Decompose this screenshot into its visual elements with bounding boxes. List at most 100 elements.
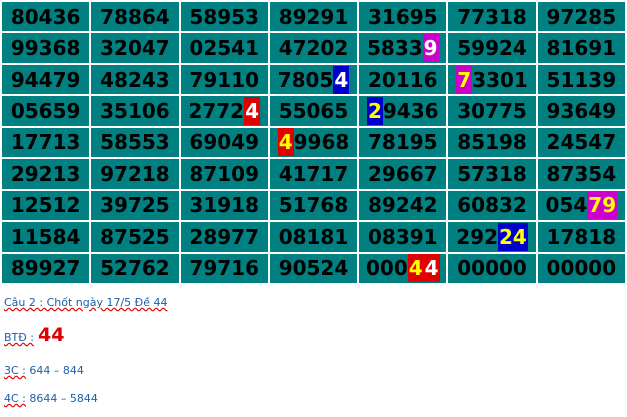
result-cell: 4 9968 [269,127,358,158]
result-cell: 89291 [269,2,358,32]
cell-digits: 48243 [100,67,170,92]
cell-digits: 17818 [546,224,617,249]
result-cell: 85198 [448,127,536,158]
result-cell: 054 79 [537,190,625,221]
result-cell: 2772 4 [180,96,268,126]
result-cell: 24547 [537,127,625,158]
result-cell: 80436 [2,2,90,32]
cell-digits: 29213 [10,161,81,186]
cell-digits: 3301 [472,67,528,92]
cell-digits: 94479 [10,67,81,92]
cell-digits: 80436 [10,4,81,29]
highlighted-digits: 4 [407,254,424,283]
cell-digits: 77318 [457,4,527,29]
cell-digits: 12512 [10,193,81,218]
result-cell: 28977 [180,222,268,252]
cell-digits: 39725 [100,193,170,218]
btd-label: BTĐ : [4,331,34,344]
cell-digits: 08181 [278,224,349,249]
result-cell: 78864 [91,2,179,32]
cell-digits: 99368 [10,36,81,61]
result-cell: 79716 [180,253,268,283]
c4-value: 8644 – 5844 [29,392,98,405]
result-cell: 52762 [91,253,179,283]
result-cell: 81691 [537,33,625,63]
cell-digits: 79716 [189,256,259,281]
cell-digits: 000 [365,256,408,281]
result-cell: 87525 [91,222,179,252]
result-cell: 48243 [91,64,179,95]
cell-digits: 87109 [189,161,259,186]
result-cell: 78195 [359,127,447,158]
cell-digits: 17713 [10,130,81,155]
result-cell: 7805 4 [269,64,358,95]
cell-digits: 31695 [367,4,438,29]
cell-digits: 93649 [546,99,617,124]
cell-digits: 97285 [546,4,617,29]
cell-digits: 47202 [278,36,349,61]
result-cell: 93649 [537,96,625,126]
cell-digits: 60832 [457,193,527,218]
cell-digits: 05659 [10,99,81,124]
result-cell: 32047 [91,33,179,63]
btd-line: BTĐ : 44 [4,324,64,346]
result-cell: 2 9436 [359,96,447,126]
cell-digits: 32047 [100,36,170,61]
result-cell: 292 24 [448,222,536,252]
cell-digits: 054 [545,193,588,218]
cell-digits: 20116 [367,67,438,92]
cell-digits: 78195 [367,130,438,155]
cell-digits: 78864 [100,4,170,29]
c3-line: 3C : 644 – 844 [4,364,84,377]
result-cell: 97285 [537,2,625,32]
cau2-line: Câu 2 : Chốt ngày 17/5 Đề 44 [4,296,167,309]
result-cell: 41717 [269,159,358,189]
c4-label: 4C : [4,392,26,405]
cell-digits: 57318 [457,161,527,186]
result-cell: 59924 [448,33,536,63]
btd-value: 44 [38,324,65,346]
cell-digits: 58953 [189,4,259,29]
cell-digits: 2772 [188,99,245,124]
result-cell: 20116 [359,64,447,95]
cell-digits: 7805 [277,67,334,92]
cell-digits: 9436 [382,99,439,124]
result-cell: 29667 [359,159,447,189]
cell-digits: 97218 [100,161,170,186]
cell-digits: 41717 [278,161,349,186]
result-cell: 57318 [448,159,536,189]
cell-digits: 51139 [546,67,617,92]
cell-digits: 85198 [457,130,527,155]
result-cell: 89927 [2,253,90,283]
highlighted-digits: 7 [456,65,473,94]
result-cell: 90524 [269,253,358,283]
result-cell: 87109 [180,159,268,189]
result-cell: 17713 [2,127,90,158]
result-cell: 00000 [448,253,536,283]
result-cell: 55065 [269,96,358,126]
cell-digits: 87525 [100,224,170,249]
cell-digits: 35106 [100,99,170,124]
highlighted-digits: 9 [422,34,439,63]
cell-digits: 11584 [10,224,81,249]
result-cell: 5833 9 [359,33,447,63]
cell-digits: 08391 [367,224,438,249]
result-cell: 35106 [91,96,179,126]
result-cell: 17818 [537,222,625,252]
cell-digits: 55065 [278,99,349,124]
c3-label: 3C : [4,364,26,377]
result-cell: 94479 [2,64,90,95]
result-cell: 02541 [180,33,268,63]
highlighted-digits: 4 [423,254,440,283]
result-cell: 29213 [2,159,90,189]
cell-digits: 89242 [367,193,438,218]
result-cell: 89242 [359,190,447,221]
result-cell: 79110 [180,64,268,95]
cell-digits: 79110 [189,67,259,92]
result-cell: 60832 [448,190,536,221]
result-cell: 11584 [2,222,90,252]
result-cell: 12512 [2,190,90,221]
result-cell: 51768 [269,190,358,221]
result-cell: 000 4 4 [359,253,447,283]
cell-digits: 00000 [546,256,617,281]
